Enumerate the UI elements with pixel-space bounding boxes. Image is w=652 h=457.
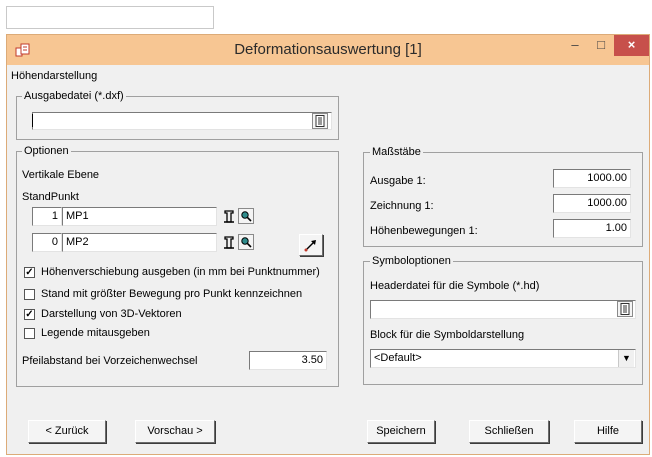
standpoint-number-1[interactable]: 1: [32, 207, 62, 226]
point-select-icon[interactable]: [222, 209, 236, 224]
height-movement-scale-input[interactable]: 1.00: [553, 219, 631, 238]
output-scale-label: Ausgabe 1:: [370, 175, 426, 187]
help-button[interactable]: Hilfe: [574, 420, 642, 443]
symbol-block-select[interactable]: <Default>: [370, 349, 636, 368]
vector-direction-button[interactable]: [299, 234, 323, 256]
drawing-scale-label: Zeichnung 1:: [370, 200, 434, 212]
legend-output-checkbox[interactable]: [24, 328, 35, 339]
legend-output-label: Legende mitausgeben: [41, 327, 150, 339]
standpoint-name-2[interactable]: MP2: [62, 233, 217, 252]
header-file-input[interactable]: [370, 300, 636, 319]
preview-button[interactable]: Vorschau >: [135, 420, 215, 443]
vertical-plane-label: Vertikale Ebene: [22, 169, 100, 181]
height-shift-checkbox[interactable]: ✓: [24, 267, 35, 278]
header-file-label: Headerdatei für die Symbole (*.hd): [370, 280, 540, 292]
output-file-input[interactable]: [32, 112, 332, 130]
arrow-distance-label: Pfeilabstand bei Vorzeichenwechsel: [22, 355, 198, 367]
height-shift-label: Höhenverschiebung ausgeben (in mm bei Pu…: [41, 266, 320, 278]
dialog-window: Deformationsauswertung [1] – □ × Höhenda…: [6, 34, 650, 455]
point-search-icon[interactable]: [238, 208, 254, 224]
close-button[interactable]: Schließen: [469, 420, 549, 443]
top-text-field[interactable]: [6, 6, 214, 29]
scales-legend: Maßstäbe: [370, 146, 423, 158]
symbol-block-label: Block für die Symboldarstellung: [370, 329, 525, 341]
max-movement-label: Stand mit größter Bewegung pro Punkt ken…: [41, 288, 303, 300]
max-movement-checkbox[interactable]: [24, 289, 35, 300]
3d-vectors-checkbox[interactable]: ✓: [24, 309, 35, 320]
point-search-icon[interactable]: [238, 234, 254, 250]
browse-header-file-icon[interactable]: [617, 301, 633, 317]
close-window-button[interactable]: ×: [614, 35, 649, 56]
minimize-button[interactable]: –: [562, 35, 588, 56]
drawing-scale-input[interactable]: 1000.00: [553, 194, 631, 213]
text-cursor: [32, 114, 33, 127]
standpoint-number-2[interactable]: 0: [32, 233, 62, 252]
back-button[interactable]: < Zurück: [28, 420, 106, 443]
symbol-options-legend: Symboloptionen: [370, 255, 453, 267]
app-icon: [15, 42, 31, 58]
point-select-icon[interactable]: [222, 235, 236, 250]
standpoint-name-1[interactable]: MP1: [62, 207, 217, 226]
3d-vectors-label: Darstellung von 3D-Vektoren: [41, 308, 182, 320]
window-title: Deformationsauswertung [1]: [234, 41, 422, 58]
maximize-button[interactable]: □: [588, 35, 614, 56]
chevron-down-icon[interactable]: ▼: [618, 350, 634, 367]
browse-file-icon[interactable]: [312, 113, 328, 129]
height-movement-scale-label: Höhenbewegungen 1:: [370, 225, 478, 237]
save-button[interactable]: Speichern: [367, 420, 435, 443]
output-scale-input[interactable]: 1000.00: [553, 169, 631, 188]
output-file-legend: Ausgabedatei (*.dxf): [22, 90, 126, 102]
arrow-distance-input[interactable]: 3.50: [249, 351, 327, 370]
options-legend: Optionen: [22, 145, 71, 157]
dialog-subtitle: Höhendarstellung: [11, 70, 98, 82]
standpoint-label: StandPunkt: [22, 191, 79, 203]
